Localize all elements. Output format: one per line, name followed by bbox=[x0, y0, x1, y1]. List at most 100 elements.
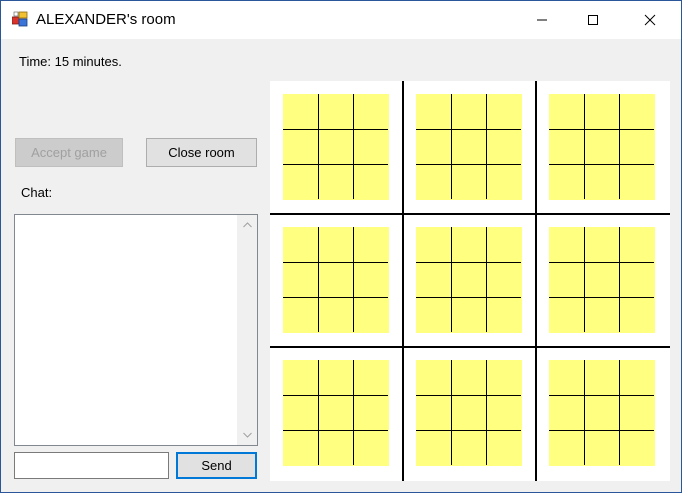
board-cell[interactable] bbox=[451, 94, 486, 129]
board-cell[interactable] bbox=[318, 94, 353, 129]
board-cell[interactable] bbox=[619, 360, 654, 395]
board-cell[interactable] bbox=[318, 430, 353, 465]
board-cell[interactable] bbox=[486, 430, 521, 465]
board-cell[interactable] bbox=[416, 129, 451, 164]
scroll-down-button[interactable] bbox=[237, 425, 257, 445]
board-cell[interactable] bbox=[416, 164, 451, 199]
minimize-icon bbox=[537, 19, 547, 21]
board-cell[interactable] bbox=[486, 227, 521, 262]
board-cell[interactable] bbox=[318, 262, 353, 297]
board-cell[interactable] bbox=[416, 262, 451, 297]
close-window-button[interactable] bbox=[627, 1, 673, 39]
board-cell[interactable] bbox=[416, 360, 451, 395]
board-cell[interactable] bbox=[451, 430, 486, 465]
minimize-button[interactable] bbox=[519, 1, 565, 39]
title-bar[interactable]: ALEXANDER's room bbox=[1, 1, 681, 39]
accept-game-button[interactable]: Accept game bbox=[15, 138, 123, 167]
board-cell[interactable] bbox=[486, 395, 521, 430]
board-cell[interactable] bbox=[416, 94, 451, 129]
chevron-down-icon bbox=[242, 432, 252, 438]
board-cell[interactable] bbox=[318, 164, 353, 199]
board-cell[interactable] bbox=[549, 395, 584, 430]
time-label: Time: 15 minutes. bbox=[19, 54, 122, 69]
small-board bbox=[283, 94, 389, 200]
board-cell[interactable] bbox=[451, 164, 486, 199]
board-cell[interactable] bbox=[451, 262, 486, 297]
board-cell[interactable] bbox=[353, 395, 388, 430]
board-cell[interactable] bbox=[318, 227, 353, 262]
board-cell[interactable] bbox=[353, 94, 388, 129]
board-cell[interactable] bbox=[283, 227, 318, 262]
board-cell[interactable] bbox=[451, 395, 486, 430]
board-cell[interactable] bbox=[283, 164, 318, 199]
board-cell[interactable] bbox=[318, 129, 353, 164]
board-cell[interactable] bbox=[353, 164, 388, 199]
message-input[interactable] bbox=[14, 452, 169, 479]
board-cell[interactable] bbox=[318, 360, 353, 395]
board-cell[interactable] bbox=[486, 297, 521, 332]
board-cell[interactable] bbox=[549, 297, 584, 332]
board-cell[interactable] bbox=[353, 360, 388, 395]
board-cell[interactable] bbox=[584, 227, 619, 262]
board-cell[interactable] bbox=[584, 395, 619, 430]
board-cell[interactable] bbox=[486, 129, 521, 164]
scroll-up-button[interactable] bbox=[237, 215, 257, 235]
board-cell[interactable] bbox=[549, 430, 584, 465]
board-cell[interactable] bbox=[549, 164, 584, 199]
board-cell[interactable] bbox=[416, 297, 451, 332]
board-cell[interactable] bbox=[619, 395, 654, 430]
board-cell[interactable] bbox=[584, 94, 619, 129]
board-cell[interactable] bbox=[584, 430, 619, 465]
board-cell[interactable] bbox=[318, 297, 353, 332]
board-cell[interactable] bbox=[619, 129, 654, 164]
board-cell[interactable] bbox=[451, 227, 486, 262]
board-cell[interactable] bbox=[353, 430, 388, 465]
board-cell[interactable] bbox=[619, 94, 654, 129]
small-board bbox=[416, 227, 522, 333]
board-cell[interactable] bbox=[619, 227, 654, 262]
board-cell[interactable] bbox=[549, 262, 584, 297]
chat-log[interactable] bbox=[14, 214, 258, 446]
board-cell[interactable] bbox=[451, 129, 486, 164]
board-cell[interactable] bbox=[619, 164, 654, 199]
board-cell[interactable] bbox=[353, 297, 388, 332]
board-cell[interactable] bbox=[416, 430, 451, 465]
board-cell[interactable] bbox=[584, 129, 619, 164]
board-cell[interactable] bbox=[353, 129, 388, 164]
chat-scrollbar[interactable] bbox=[237, 215, 257, 445]
board-cell[interactable] bbox=[549, 94, 584, 129]
big-board-horizontal-line bbox=[270, 346, 670, 348]
board-cell[interactable] bbox=[486, 360, 521, 395]
board-cell[interactable] bbox=[584, 297, 619, 332]
close-icon bbox=[644, 14, 656, 26]
board-cell[interactable] bbox=[549, 227, 584, 262]
board-cell[interactable] bbox=[353, 227, 388, 262]
maximize-button[interactable] bbox=[570, 1, 616, 39]
board-cell[interactable] bbox=[549, 360, 584, 395]
board-cell[interactable] bbox=[584, 164, 619, 199]
send-button[interactable]: Send bbox=[176, 452, 257, 479]
board-cell[interactable] bbox=[318, 395, 353, 430]
board-cell[interactable] bbox=[619, 297, 654, 332]
board-cell[interactable] bbox=[451, 360, 486, 395]
board-cell[interactable] bbox=[584, 360, 619, 395]
board-cell[interactable] bbox=[451, 297, 486, 332]
board-cell[interactable] bbox=[486, 262, 521, 297]
board-cell[interactable] bbox=[353, 262, 388, 297]
board-cell[interactable] bbox=[283, 262, 318, 297]
board-cell[interactable] bbox=[416, 395, 451, 430]
board-cell[interactable] bbox=[416, 227, 451, 262]
board-cell[interactable] bbox=[619, 262, 654, 297]
board-cell[interactable] bbox=[619, 430, 654, 465]
board-cell[interactable] bbox=[486, 94, 521, 129]
board-cell[interactable] bbox=[283, 297, 318, 332]
board-cell[interactable] bbox=[283, 360, 318, 395]
board-cell[interactable] bbox=[283, 94, 318, 129]
board-cell[interactable] bbox=[283, 430, 318, 465]
board-cell[interactable] bbox=[549, 129, 584, 164]
board-cell[interactable] bbox=[486, 164, 521, 199]
board-cell[interactable] bbox=[283, 129, 318, 164]
board-cell[interactable] bbox=[584, 262, 619, 297]
close-room-button[interactable]: Close room bbox=[146, 138, 257, 167]
board-cell[interactable] bbox=[283, 395, 318, 430]
